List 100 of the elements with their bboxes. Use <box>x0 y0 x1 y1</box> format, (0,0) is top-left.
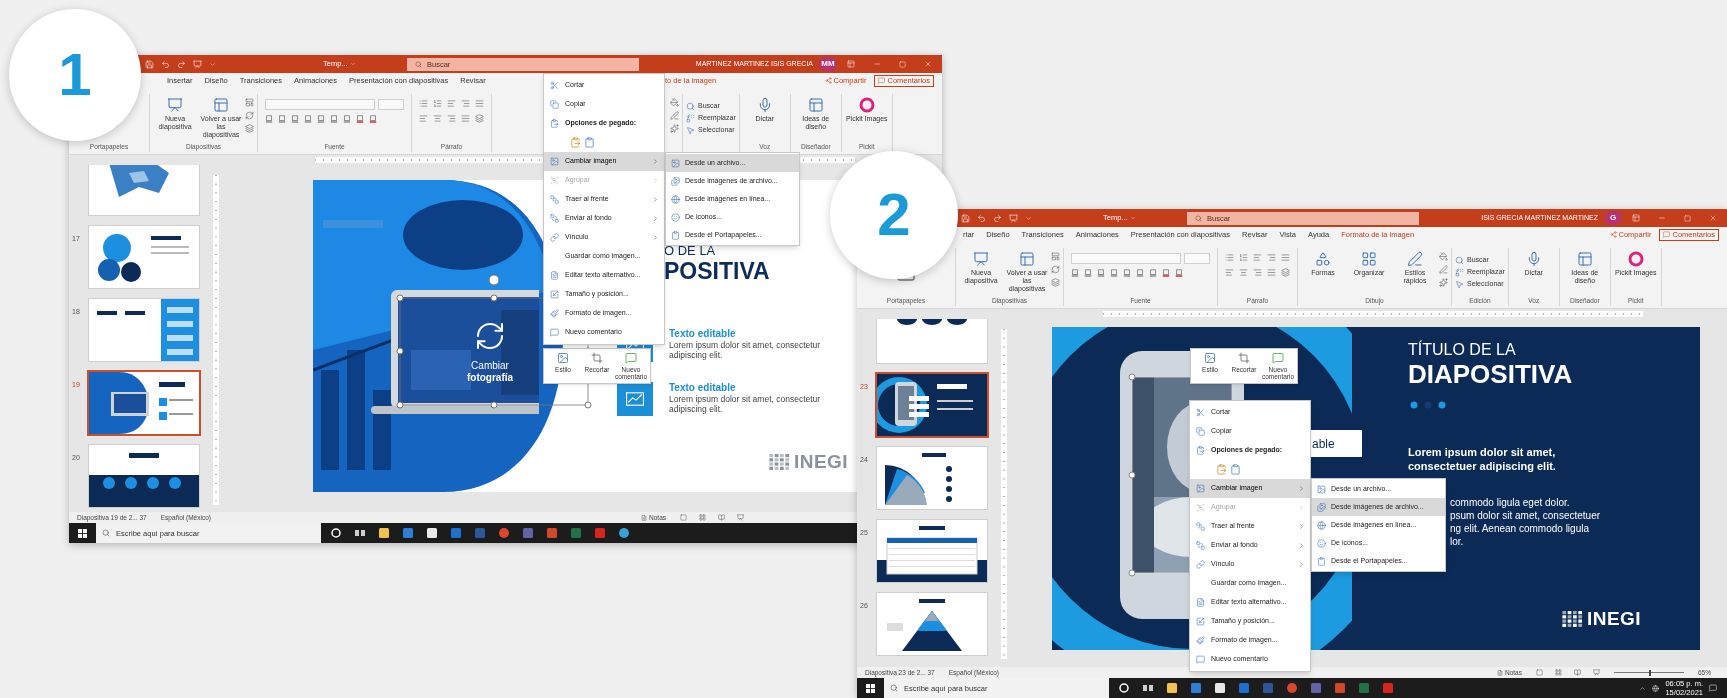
layers-icon <box>1051 278 1060 287</box>
replace-icon <box>686 113 695 123</box>
format-icon <box>1071 269 1079 277</box>
round-app-icon[interactable] <box>1287 683 1297 693</box>
pen-icon <box>1439 265 1448 274</box>
slide-thumbnail[interactable] <box>87 370 201 436</box>
window-icon <box>1019 251 1035 267</box>
minimize-icon <box>1658 214 1666 222</box>
list-icon <box>419 99 428 108</box>
normal-view-icon <box>680 514 687 521</box>
round-app-icon[interactable] <box>499 528 509 538</box>
search-icon <box>1455 255 1464 265</box>
share-icon <box>1609 231 1617 238</box>
close-icon <box>924 60 932 68</box>
format-icon <box>1110 269 1118 277</box>
maximize-icon <box>899 60 906 68</box>
search-icon <box>1195 214 1202 222</box>
ribbon-display-icon <box>1632 214 1640 222</box>
layout-icon <box>807 97 824 113</box>
search-icon <box>890 684 898 692</box>
caret-icon <box>349 61 356 67</box>
slideshow-icon <box>1593 669 1600 676</box>
format-icon <box>265 115 273 123</box>
globe-icon <box>671 194 680 204</box>
images-icon <box>671 176 680 186</box>
logo-text: INEGI <box>794 450 849 474</box>
logo-mark-icon <box>769 453 791 471</box>
comment-icon <box>878 77 886 84</box>
format-icon <box>369 115 377 123</box>
justify-icon <box>1267 268 1276 277</box>
normal-view-icon <box>1536 669 1543 676</box>
images-icon <box>1317 502 1326 512</box>
globe-icon[interactable] <box>619 528 629 538</box>
caret-icon <box>1639 684 1647 692</box>
format-icon <box>1175 269 1183 277</box>
font-size-field[interactable] <box>378 99 404 110</box>
search-icon <box>686 101 695 111</box>
logo-text: INEGI <box>1587 607 1642 631</box>
user-avatar: G <box>1604 211 1622 225</box>
grid-view-icon <box>699 514 706 521</box>
slide-thumbnail[interactable] <box>875 372 989 438</box>
clipboard-icon <box>570 137 581 148</box>
caption-text: Cambiar <box>470 360 510 372</box>
caret-icon <box>209 60 216 68</box>
redo-icon <box>177 59 186 69</box>
user-avatar: MM <box>819 57 837 71</box>
image-icon <box>557 352 569 364</box>
search-icon <box>102 529 110 537</box>
replace-icon <box>1455 267 1464 277</box>
slide-title: TÍTULO DE LA <box>1408 341 1516 359</box>
align-right-icon <box>1253 268 1262 277</box>
chart-icon <box>626 392 644 406</box>
fill-icon <box>1439 252 1448 261</box>
grid-view-icon <box>1555 669 1562 676</box>
document-icon <box>550 271 559 280</box>
clipboard-icon <box>550 119 559 128</box>
caret-icon <box>1129 215 1136 221</box>
format-icon <box>1123 269 1131 277</box>
scissors-icon <box>1196 408 1205 417</box>
circle-icon[interactable] <box>331 528 341 538</box>
document-icon <box>1196 598 1205 607</box>
font-name-field[interactable] <box>265 99 375 110</box>
zoom-slider[interactable] <box>1614 669 1684 676</box>
globe-icon <box>1317 520 1326 530</box>
comment-icon <box>625 352 637 364</box>
copy-icon <box>550 100 559 109</box>
windows-logo-icon <box>866 683 875 693</box>
font-size-field[interactable] <box>1184 253 1210 264</box>
circle-icon[interactable] <box>1119 683 1129 693</box>
item-heading: Texto editable <box>669 327 736 341</box>
format-icon <box>317 115 325 123</box>
save-icon <box>145 59 154 69</box>
slide-icon <box>973 251 989 267</box>
reset-icon <box>1051 265 1060 274</box>
stacked-squares-icon <box>550 214 559 223</box>
copy-icon <box>1196 427 1205 436</box>
image-icon <box>1204 352 1216 364</box>
fill-icon <box>670 98 679 107</box>
numbered-list-icon <box>433 99 442 108</box>
task-view-icon[interactable] <box>355 528 365 538</box>
font-name-field[interactable] <box>1071 253 1181 264</box>
format-icon <box>356 115 364 123</box>
link-icon <box>1196 560 1205 569</box>
item-heading: Texto editable <box>669 381 736 395</box>
maximize-icon <box>1684 214 1691 222</box>
resize-icon <box>1196 617 1205 626</box>
format-icon <box>1097 269 1105 277</box>
ribbon-display-icon <box>847 60 855 68</box>
task-view-icon[interactable] <box>1143 683 1153 693</box>
smiley-icon <box>671 212 680 222</box>
save-icon <box>961 213 970 223</box>
list-icon <box>1225 253 1234 262</box>
clipboard-icon <box>671 230 680 240</box>
slide-title: O DE LA <box>664 244 716 258</box>
share-icon <box>824 77 832 84</box>
body-text: lor. <box>1450 536 1464 548</box>
item-text: Lorem ipsum dolor sit amet, consectetur adipiscing elit. <box>669 340 822 360</box>
refresh-icon <box>474 320 506 352</box>
group-icon <box>1196 503 1205 512</box>
slideshow-icon <box>1009 213 1018 223</box>
